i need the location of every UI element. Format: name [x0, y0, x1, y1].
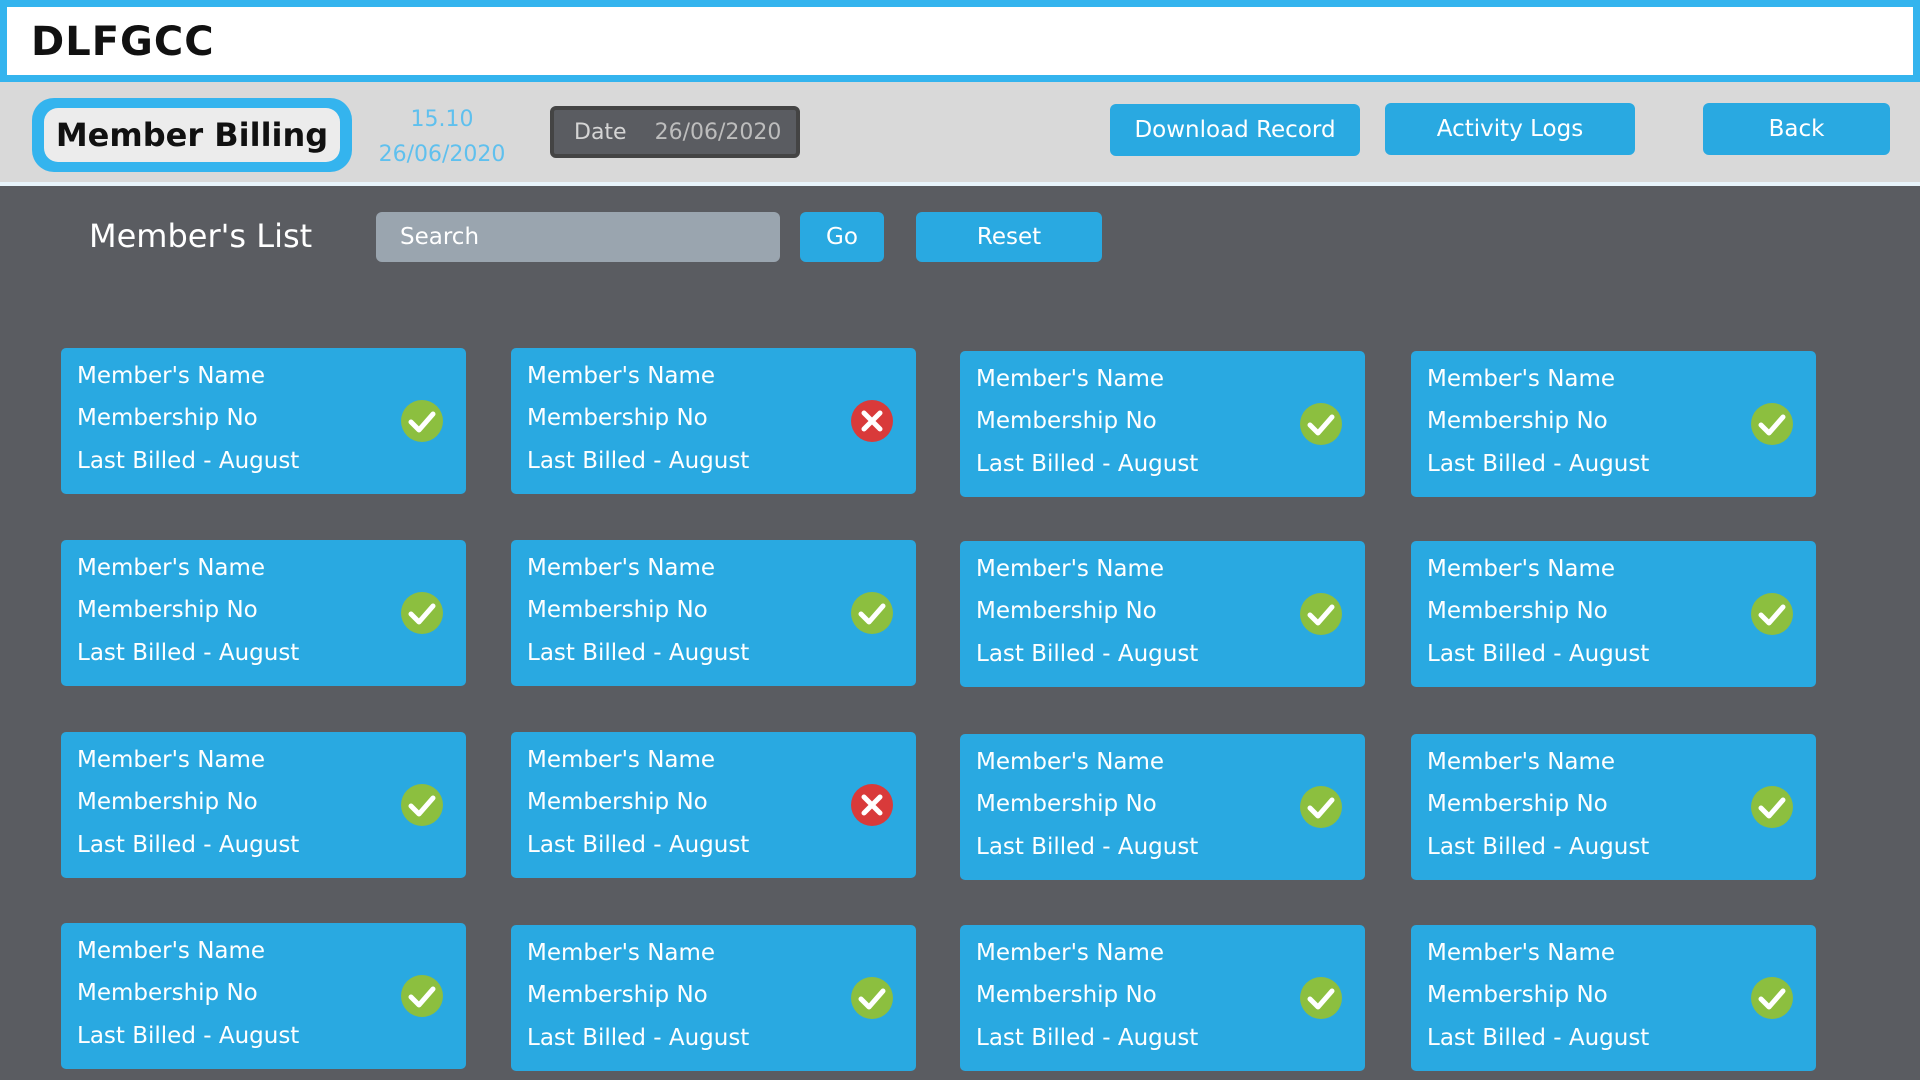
member-name: Member's Name	[976, 749, 1165, 775]
members-list-title: Member's List	[89, 217, 313, 255]
last-billed: Last Billed - August	[976, 641, 1199, 667]
last-billed: Last Billed - August	[1427, 641, 1650, 667]
member-name: Member's Name	[976, 940, 1165, 966]
date-field-value[interactable]: 26/06/2020	[655, 120, 782, 145]
date-field[interactable]: Date 26/06/2020	[550, 106, 800, 158]
download-record-button[interactable]: Download Record	[1110, 104, 1360, 156]
member-name: Member's Name	[527, 940, 716, 966]
membership-number: Membership No	[527, 789, 708, 815]
membership-number: Membership No	[77, 405, 258, 431]
member-card[interactable]: Member's Name Membership No Last Billed …	[1411, 351, 1816, 497]
member-name: Member's Name	[976, 366, 1165, 392]
status-check-icon	[401, 975, 443, 1017]
status-check-icon	[1300, 593, 1342, 635]
membership-number: Membership No	[1427, 982, 1608, 1008]
member-card[interactable]: Member's Name Membership No Last Billed …	[960, 925, 1365, 1071]
member-card[interactable]: Member's Name Membership No Last Billed …	[511, 540, 916, 686]
member-name: Member's Name	[1427, 556, 1616, 582]
last-billed: Last Billed - August	[527, 1025, 750, 1051]
date-field-label: Date	[574, 119, 627, 145]
status-check-icon	[851, 592, 893, 634]
last-billed: Last Billed - August	[527, 448, 750, 474]
app-title: DLFGCC	[31, 19, 215, 65]
membership-number: Membership No	[527, 405, 708, 431]
last-billed: Last Billed - August	[1427, 834, 1650, 860]
last-billed: Last Billed - August	[976, 834, 1199, 860]
member-name: Member's Name	[77, 555, 266, 581]
member-name: Member's Name	[77, 363, 266, 389]
status-check-icon	[1300, 786, 1342, 828]
activity-logs-button[interactable]: Activity Logs	[1385, 103, 1635, 155]
member-card[interactable]: Member's Name Membership No Last Billed …	[511, 732, 916, 878]
go-button[interactable]: Go	[800, 212, 884, 262]
member-card[interactable]: Member's Name Membership No Last Billed …	[960, 351, 1365, 497]
membership-number: Membership No	[976, 982, 1157, 1008]
last-billed: Last Billed - August	[976, 451, 1199, 477]
status-check-icon	[401, 784, 443, 826]
membership-number: Membership No	[527, 982, 708, 1008]
reset-button[interactable]: Reset	[916, 212, 1102, 262]
last-billed: Last Billed - August	[527, 640, 750, 666]
member-name: Member's Name	[1427, 366, 1616, 392]
membership-number: Membership No	[77, 597, 258, 623]
last-billed: Last Billed - August	[1427, 1025, 1650, 1051]
page-title-pill: Member Billing	[32, 98, 352, 172]
title-bar: DLFGCC	[0, 0, 1920, 82]
last-billed: Last Billed - August	[77, 832, 300, 858]
status-check-icon	[1300, 977, 1342, 1019]
date-text: 26/06/2020	[378, 142, 506, 167]
member-name: Member's Name	[976, 556, 1165, 582]
status-check-icon	[851, 977, 893, 1019]
member-name: Member's Name	[1427, 749, 1616, 775]
member-card[interactable]: Member's Name Membership No Last Billed …	[960, 734, 1365, 880]
membership-number: Membership No	[1427, 598, 1608, 624]
membership-number: Membership No	[976, 598, 1157, 624]
header-bar: Member Billing 15.10 26/06/2020 Date 26/…	[0, 82, 1920, 186]
status-check-icon	[1751, 786, 1793, 828]
membership-number: Membership No	[976, 791, 1157, 817]
member-name: Member's Name	[527, 747, 716, 773]
status-check-icon	[1751, 403, 1793, 445]
search-input[interactable]	[376, 212, 780, 262]
page-title: Member Billing	[44, 108, 340, 162]
last-billed: Last Billed - August	[1427, 451, 1650, 477]
membership-number: Membership No	[1427, 791, 1608, 817]
member-card[interactable]: Member's Name Membership No Last Billed …	[61, 540, 466, 686]
status-check-icon	[401, 400, 443, 442]
last-billed: Last Billed - August	[527, 832, 750, 858]
member-name: Member's Name	[77, 747, 266, 773]
status-check-icon	[1751, 593, 1793, 635]
membership-number: Membership No	[527, 597, 708, 623]
member-card[interactable]: Member's Name Membership No Last Billed …	[1411, 541, 1816, 687]
member-card[interactable]: Member's Name Membership No Last Billed …	[1411, 734, 1816, 880]
member-card[interactable]: Member's Name Membership No Last Billed …	[960, 541, 1365, 687]
back-button[interactable]: Back	[1703, 103, 1890, 155]
status-check-icon	[1300, 403, 1342, 445]
membership-number: Membership No	[77, 980, 258, 1006]
last-billed: Last Billed - August	[77, 448, 300, 474]
member-name: Member's Name	[1427, 940, 1616, 966]
member-name: Member's Name	[527, 363, 716, 389]
last-billed: Last Billed - August	[976, 1025, 1199, 1051]
member-card[interactable]: Member's Name Membership No Last Billed …	[511, 925, 916, 1071]
member-card[interactable]: Member's Name Membership No Last Billed …	[61, 348, 466, 494]
status-error-icon	[851, 400, 893, 442]
membership-number: Membership No	[77, 789, 258, 815]
member-card[interactable]: Member's Name Membership No Last Billed …	[1411, 925, 1816, 1071]
membership-number: Membership No	[976, 408, 1157, 434]
status-check-icon	[401, 592, 443, 634]
membership-number: Membership No	[1427, 408, 1608, 434]
member-name: Member's Name	[77, 938, 266, 964]
status-check-icon	[1751, 977, 1793, 1019]
status-error-icon	[851, 784, 893, 826]
member-name: Member's Name	[527, 555, 716, 581]
member-card[interactable]: Member's Name Membership No Last Billed …	[61, 732, 466, 878]
member-card[interactable]: Member's Name Membership No Last Billed …	[61, 923, 466, 1069]
datetime-display: 15.10 26/06/2020	[372, 102, 512, 172]
last-billed: Last Billed - August	[77, 640, 300, 666]
time-text: 15.10	[410, 107, 474, 132]
last-billed: Last Billed - August	[77, 1023, 300, 1049]
member-card[interactable]: Member's Name Membership No Last Billed …	[511, 348, 916, 494]
